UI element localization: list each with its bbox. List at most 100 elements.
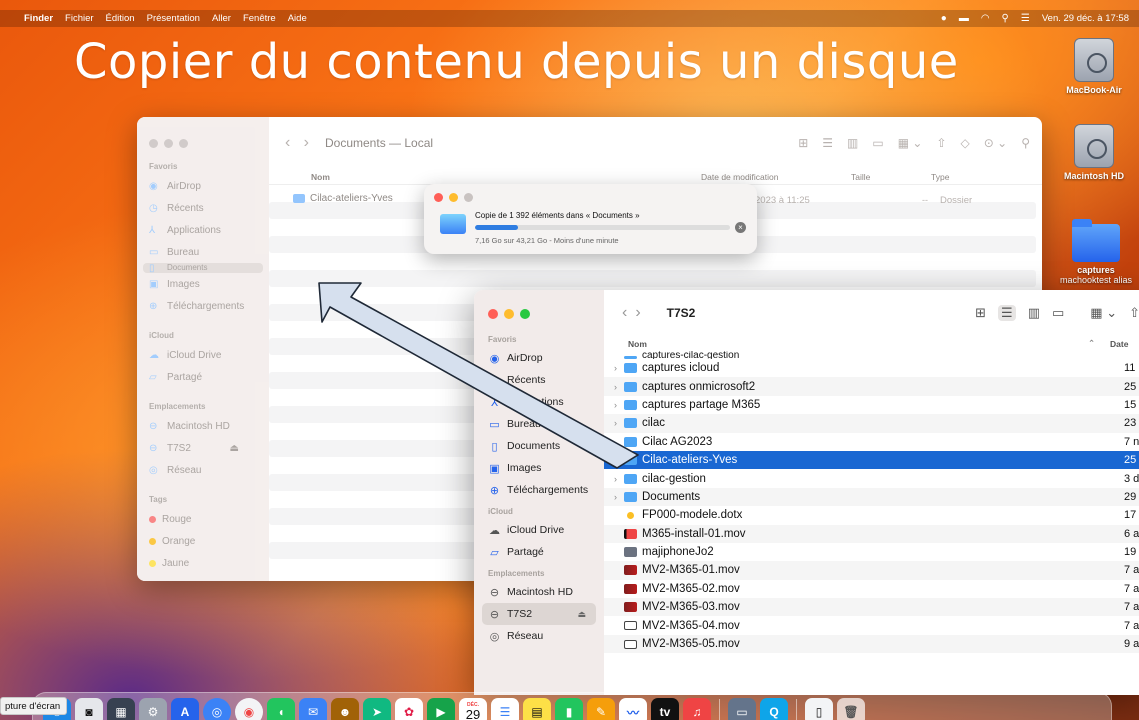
- column-type[interactable]: Type: [931, 172, 949, 182]
- zoom-button[interactable]: [464, 193, 473, 202]
- dock-freeform-icon[interactable]: 〰: [619, 698, 647, 720]
- cancel-copy-icon[interactable]: ×: [735, 222, 746, 233]
- desktop-icon-macintosh-hd[interactable]: Macintosh HD: [1054, 124, 1134, 181]
- list-item[interactable]: › cilac 23: [604, 414, 1139, 433]
- list-item[interactable]: MV2-M365-03.mov 7 a: [604, 598, 1139, 617]
- sidebar-item-airdrop[interactable]: ◉ AirDrop: [137, 175, 269, 197]
- list-item[interactable]: majiphoneJo2 19: [604, 543, 1139, 561]
- list-item[interactable]: MV2-M365-02.mov 7 a: [604, 580, 1139, 598]
- dock-launchpad-icon[interactable]: ▦: [107, 698, 135, 720]
- dock-notes-icon[interactable]: ▤: [523, 698, 551, 720]
- sidebar-item-t7s2[interactable]: ⊖ T7S2 ⏏: [137, 437, 269, 459]
- column-date[interactable]: Date de modification: [701, 172, 851, 182]
- sidebar-item-icloud-drive[interactable]: ☁ iCloud Drive: [137, 344, 269, 366]
- list-item[interactable]: › cilac-gestion 3 d: [604, 469, 1139, 487]
- sidebar-item-macintosh-hd[interactable]: ⊖ Macintosh HD: [474, 581, 604, 603]
- list-item[interactable]: › captures partage M365 15: [604, 396, 1139, 414]
- list-item[interactable]: MV2-M365-01.mov 7 a: [604, 561, 1139, 580]
- icon-view-icon[interactable]: ⊞: [975, 305, 986, 321]
- minimize-button[interactable]: [449, 193, 458, 202]
- column-date[interactable]: Date: [1110, 339, 1128, 349]
- zoom-button[interactable]: [179, 139, 188, 148]
- eject-icon[interactable]: ⏏: [577, 609, 586, 620]
- list-item[interactable]: › captures icloud 11 r: [604, 359, 1139, 377]
- more-options-icon[interactable]: ⊙ ⌄: [984, 136, 1007, 150]
- sidebar-item-bureau[interactable]: ▭ Bureau: [137, 241, 269, 263]
- menu-fenetre[interactable]: Fenêtre: [243, 13, 276, 24]
- eject-icon[interactable]: ⏏: [230, 443, 239, 454]
- disclosure-chevron-icon[interactable]: ›: [614, 400, 624, 410]
- sidebar-item-reseau[interactable]: ◎ Réseau: [474, 625, 604, 647]
- battery-icon[interactable]: ▬: [959, 13, 969, 24]
- record-icon[interactable]: ●: [941, 13, 947, 24]
- sidebar-item-documents[interactable]: ▯ Documents: [474, 435, 604, 457]
- back-forward-icon[interactable]: ‹ ›: [285, 134, 309, 152]
- menu-edition[interactable]: Édition: [106, 13, 135, 24]
- menubar-clock[interactable]: Ven. 29 déc. à 17:58: [1042, 13, 1129, 24]
- list-item[interactable]: FP000-modele.dotx 17: [604, 506, 1139, 524]
- list-item-partial[interactable]: captures-cilac-gestion: [604, 351, 1139, 359]
- list-item[interactable]: MV2-M365-04.mov 7 a: [604, 616, 1139, 634]
- tag-icon[interactable]: ◇: [961, 136, 970, 150]
- wifi-icon[interactable]: ◠: [981, 13, 990, 24]
- dock-safari-icon[interactable]: ◎: [203, 698, 231, 720]
- minimize-button[interactable]: [164, 139, 173, 148]
- icon-view-icon[interactable]: ⊞: [798, 136, 808, 150]
- disclosure-chevron-icon[interactable]: ›: [614, 382, 624, 392]
- sidebar-item-partage[interactable]: ▱ Partagé: [474, 541, 604, 563]
- sidebar-item-recents[interactable]: ◷ Récents: [474, 369, 604, 391]
- dock-contacts-icon[interactable]: ☻: [331, 698, 359, 720]
- list-view-icon[interactable]: ☰: [998, 305, 1016, 321]
- column-nom[interactable]: Nom: [311, 172, 701, 182]
- sidebar-item-documents[interactable]: ▯ Documents: [143, 263, 263, 273]
- disclosure-chevron-icon[interactable]: ›: [614, 492, 624, 502]
- list-item[interactable]: Cilac-ateliers-Yves: [293, 193, 393, 204]
- gallery-view-icon[interactable]: ▭: [872, 136, 883, 150]
- dock-trash-icon[interactable]: 🗑: [837, 698, 865, 720]
- menu-fichier[interactable]: Fichier: [65, 13, 94, 24]
- dock-app-store-icon[interactable]: A: [171, 698, 199, 720]
- control-center-icon[interactable]: ☰: [1021, 13, 1030, 24]
- sidebar-item-telechargements[interactable]: ⊕ Téléchargements: [137, 295, 269, 317]
- disclosure-chevron-icon[interactable]: ›: [614, 363, 624, 373]
- dock-downloads-icon[interactable]: ▯: [805, 698, 833, 720]
- list-item[interactable]: › Documents 29: [604, 487, 1139, 507]
- close-button[interactable]: [488, 309, 498, 319]
- back-forward-icon[interactable]: ‹›: [622, 304, 649, 322]
- dock-preview-icon[interactable]: ▭: [728, 698, 756, 720]
- dock-pages-icon[interactable]: ✎: [587, 698, 615, 720]
- sidebar-item-applications[interactable]: ⅄ Applications: [137, 219, 269, 241]
- list-view-icon[interactable]: ☰: [822, 136, 833, 150]
- dock-calendar-icon[interactable]: DÉC. 29: [459, 698, 487, 720]
- list-item-selected[interactable]: Cilac-ateliers-Yves 25: [604, 450, 1139, 470]
- sidebar-item-images[interactable]: ▣ Images: [474, 457, 604, 479]
- sidebar-item-macintosh-hd[interactable]: ⊖ Macintosh HD: [137, 415, 269, 437]
- menu-finder[interactable]: Finder: [24, 13, 53, 24]
- sidebar-item-telechargements[interactable]: ⊕ Téléchargements: [474, 479, 604, 501]
- dock-reminders-icon[interactable]: ☰: [491, 698, 519, 720]
- menu-presentation[interactable]: Présentation: [147, 13, 200, 24]
- sidebar-tag-orange[interactable]: Orange: [137, 530, 269, 552]
- dock-music-icon[interactable]: ♫: [683, 698, 711, 720]
- list-item[interactable]: Cilac AG2023 7 n: [604, 433, 1139, 451]
- dock-numbers-icon[interactable]: ▮: [555, 698, 583, 720]
- sidebar-item-airdrop[interactable]: ◉ AirDrop: [474, 347, 604, 369]
- dock-tv-icon[interactable]: tv: [651, 698, 679, 720]
- menu-aller[interactable]: Aller: [212, 13, 231, 24]
- list-item[interactable]: M365-install-01.mov 6 a: [604, 524, 1139, 543]
- dock-chrome-icon[interactable]: ◉: [235, 698, 263, 720]
- zoom-button[interactable]: [520, 309, 530, 319]
- sidebar-tag-rouge[interactable]: Rouge: [137, 508, 269, 530]
- sidebar-item-applications[interactable]: ⅄ Applications: [474, 391, 604, 413]
- sidebar-item-icloud-drive[interactable]: ☁ iCloud Drive: [474, 519, 604, 541]
- group-icon[interactable]: ▦ ⌄: [1090, 305, 1117, 321]
- dock-mail-icon[interactable]: ✉: [299, 698, 327, 720]
- dock-photos-icon[interactable]: ✿: [395, 698, 423, 720]
- sidebar-item-bureau[interactable]: ▭ Bureau: [474, 413, 604, 435]
- sidebar-item-images[interactable]: ▣ Images: [137, 273, 269, 295]
- close-button[interactable]: [434, 193, 443, 202]
- column-view-icon[interactable]: ▥: [847, 136, 858, 150]
- disclosure-chevron-icon[interactable]: ›: [614, 474, 624, 484]
- sidebar-item-reseau[interactable]: ◎ Réseau: [137, 459, 269, 481]
- list-item[interactable]: › captures onmicrosoft2 25: [604, 377, 1139, 396]
